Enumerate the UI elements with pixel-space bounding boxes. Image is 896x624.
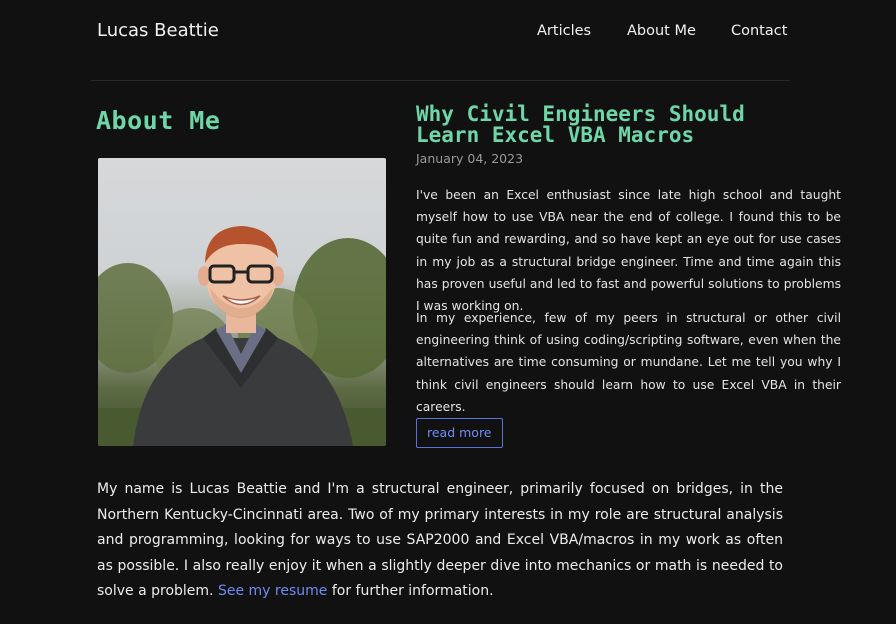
- nav-about-link[interactable]: About Me: [627, 23, 696, 39]
- profile-photo: [98, 158, 386, 446]
- read-more-button[interactable]: read more: [416, 418, 503, 448]
- nav-articles-link[interactable]: Articles: [537, 23, 591, 39]
- bio-text: My name is Lucas Beattie and I'm a struc…: [97, 481, 783, 600]
- header-divider: [91, 80, 790, 81]
- post-excerpt-paragraph-2: In my experience, few of my peers in str…: [416, 311, 841, 414]
- post-excerpt-paragraph-1: I've been an Excel enthusiast since late…: [416, 188, 841, 314]
- post-title-link[interactable]: Why Civil Engineers Should Learn Excel V…: [416, 104, 796, 146]
- bio-tail: for further information.: [331, 583, 494, 600]
- nav-contact-link[interactable]: Contact: [731, 23, 787, 39]
- site-title-link[interactable]: Lucas Beattie: [97, 20, 219, 41]
- about-heading: About Me: [96, 106, 221, 135]
- about-bio: My name is Lucas Beattie and I'm a struc…: [97, 477, 783, 605]
- portrait-illustration: [98, 226, 386, 446]
- resume-link[interactable]: See my resume: [218, 583, 327, 599]
- post-date: January 04, 2023: [416, 151, 524, 166]
